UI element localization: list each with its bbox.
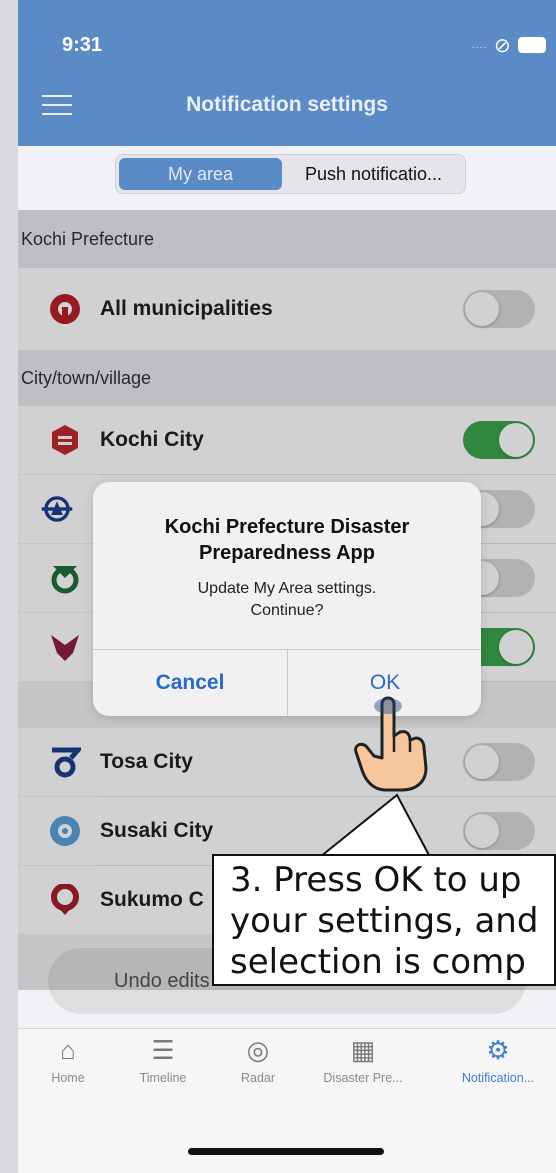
callout-pointer: [319, 793, 431, 859]
page-title: Notification settings: [186, 93, 388, 116]
segmented-control: My area Push notificatio...: [115, 154, 466, 194]
tab-push-notifications[interactable]: Push notificatio...: [286, 158, 461, 190]
tab-timeline[interactable]: ☰ Timeline: [113, 1035, 213, 1085]
tab-label: Disaster Pre...: [323, 1071, 403, 1085]
status-time: 9:31: [62, 34, 103, 56]
radar-icon: ◎: [246, 1035, 270, 1065]
tab-disaster-preparedness[interactable]: ▦ Disaster Pre...: [313, 1035, 413, 1085]
signal-dots-icon: ....: [472, 40, 488, 51]
tab-radar[interactable]: ◎ Radar: [208, 1035, 308, 1085]
instruction-callout: 3. Press OK to up your settings, and sel…: [212, 854, 556, 986]
tab-notification-settings[interactable]: ⚙ Notification...: [448, 1035, 548, 1085]
tab-my-area[interactable]: My area: [119, 158, 282, 190]
dialog-message: Update My Area settings. Continue?: [197, 580, 377, 619]
dialog-title: Kochi Prefecture Disaster Preparedness A…: [164, 516, 410, 564]
navigation-bar: Notification settings: [18, 76, 556, 146]
status-bar: 9:31 .... ⊘: [18, 0, 556, 88]
phone-screen: 9:31 .... ⊘ Notification settings My are…: [18, 0, 556, 1173]
link-icon: ⊘: [494, 35, 511, 57]
left-frame-edge: [0, 0, 18, 1173]
tab-home[interactable]: ⌂ Home: [18, 1035, 118, 1085]
home-indicator: [188, 1148, 384, 1155]
disaster-map-icon: ▦: [350, 1035, 376, 1065]
pointing-hand-icon: [352, 692, 432, 794]
timeline-icon: ☰: [151, 1035, 175, 1065]
battery-icon: [518, 37, 546, 53]
tab-label: Timeline: [139, 1071, 187, 1085]
tab-label: Home: [51, 1071, 85, 1085]
tab-label: Notification...: [461, 1071, 535, 1085]
home-icon: ⌂: [60, 1035, 76, 1065]
alert-dialog: Kochi Prefecture Disaster Preparedness A…: [93, 482, 481, 716]
cancel-button[interactable]: Cancel: [93, 650, 287, 716]
tab-label: Radar: [240, 1071, 276, 1085]
gear-icon: ⚙: [486, 1035, 510, 1065]
callout-text: 3. Press OK to up your settings, and sel…: [230, 860, 539, 982]
